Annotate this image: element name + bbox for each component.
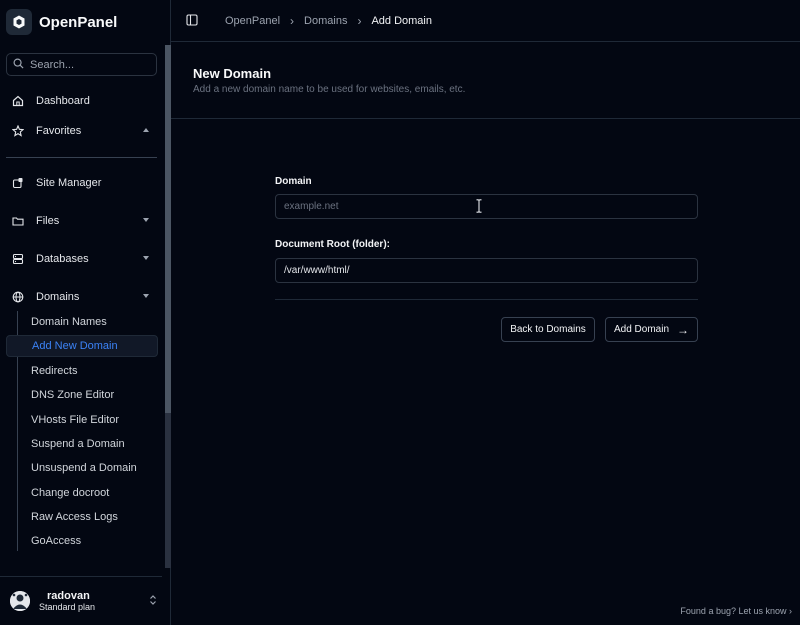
chevron-right-icon: › xyxy=(290,14,295,28)
page-header: New Domain Add a new domain name to be u… xyxy=(171,42,800,119)
nav-favorites-label: Favorites xyxy=(36,125,82,137)
submenu-item-suspend-domain[interactable]: Suspend a Domain xyxy=(25,433,157,455)
submenu-item-dns-zone-editor[interactable]: DNS Zone Editor xyxy=(25,384,157,406)
home-icon xyxy=(12,95,24,107)
submenu-item-goaccess[interactable]: GoAccess xyxy=(25,530,157,552)
search-box[interactable] xyxy=(6,53,157,76)
add-domain-button-label: Add Domain xyxy=(613,324,670,335)
chevron-down-icon xyxy=(143,218,149,222)
chevron-right-icon: › xyxy=(357,14,362,28)
submenu-item-change-docroot[interactable]: Change docroot xyxy=(25,482,157,504)
domain-input[interactable] xyxy=(275,194,698,219)
nav-favorites[interactable]: Favorites xyxy=(6,119,157,143)
openpanel-logo-icon xyxy=(6,9,32,35)
page-subtitle: Add a new domain name to be used for web… xyxy=(193,84,466,95)
avatar xyxy=(10,591,30,611)
docroot-label: Document Root (folder): xyxy=(275,239,390,250)
search-icon xyxy=(13,58,24,72)
submenu-item-raw-access-logs[interactable]: Raw Access Logs xyxy=(25,506,157,528)
breadcrumb: OpenPanel › Domains › Add Domain xyxy=(225,14,432,28)
nav-databases-label: Databases xyxy=(36,253,89,265)
submenu-item-domain-names[interactable]: Domain Names xyxy=(25,311,157,333)
app-name: OpenPanel xyxy=(39,13,118,31)
submenu-item-add-new-domain[interactable]: Add New Domain xyxy=(6,335,158,357)
star-icon xyxy=(12,125,24,137)
database-icon xyxy=(12,253,24,265)
add-domain-button[interactable]: Add Domain → xyxy=(605,317,698,342)
nav-files[interactable]: Files xyxy=(6,209,157,233)
submenu-item-unsuspend-domain[interactable]: Unsuspend a Domain xyxy=(25,457,157,479)
sidebar-toggle-icon[interactable] xyxy=(186,14,198,26)
chevrons-up-down-icon xyxy=(149,594,157,609)
nav-dashboard-label: Dashboard xyxy=(36,95,90,107)
submenu-item-vhosts-file-editor[interactable]: VHosts File Editor xyxy=(25,409,157,431)
sidebar: OpenPanel Dashboard Favorites Site Manag… xyxy=(0,0,171,625)
chevron-up-icon xyxy=(143,128,149,132)
breadcrumb-openpanel[interactable]: OpenPanel xyxy=(225,15,280,27)
page-title: New Domain xyxy=(193,66,272,81)
nav-databases[interactable]: Databases xyxy=(6,247,157,271)
domain-label: Domain xyxy=(275,176,312,187)
docroot-input[interactable] xyxy=(275,258,698,283)
chevron-down-icon xyxy=(143,294,149,298)
nav-files-label: Files xyxy=(36,215,60,227)
globe-icon xyxy=(12,291,24,303)
nav-domains-label: Domains xyxy=(36,291,80,303)
folder-icon xyxy=(12,215,24,227)
breadcrumb-domains[interactable]: Domains xyxy=(304,15,347,27)
user-plan: Standard plan xyxy=(39,602,96,612)
top-bar: OpenPanel › Domains › Add Domain xyxy=(171,0,800,42)
chevron-down-icon xyxy=(143,256,149,260)
user-divider xyxy=(0,576,162,577)
user-name: radovan xyxy=(47,590,90,602)
search-input[interactable] xyxy=(30,58,150,71)
brand[interactable]: OpenPanel xyxy=(6,8,117,36)
nav-dashboard[interactable]: Dashboard xyxy=(6,89,157,113)
nav-site-manager[interactable]: Site Manager xyxy=(6,171,157,195)
nav-domains[interactable]: Domains xyxy=(6,285,157,309)
user-menu[interactable]: radovan Standard plan xyxy=(10,588,160,614)
report-bug-link[interactable]: Found a bug? Let us know › xyxy=(680,606,792,616)
arrow-right-icon: → xyxy=(677,322,690,337)
nav-site-manager-label: Site Manager xyxy=(36,177,102,189)
text-cursor-icon xyxy=(476,199,482,213)
breadcrumb-current: Add Domain xyxy=(371,15,432,27)
external-square-icon xyxy=(12,177,24,189)
sidebar-scrollbar-track[interactable] xyxy=(165,413,171,568)
back-to-domains-button[interactable]: Back to Domains xyxy=(501,317,595,342)
submenu-item-redirects[interactable]: Redirects xyxy=(25,360,157,382)
form-divider xyxy=(275,299,698,300)
sidebar-divider xyxy=(6,157,157,158)
